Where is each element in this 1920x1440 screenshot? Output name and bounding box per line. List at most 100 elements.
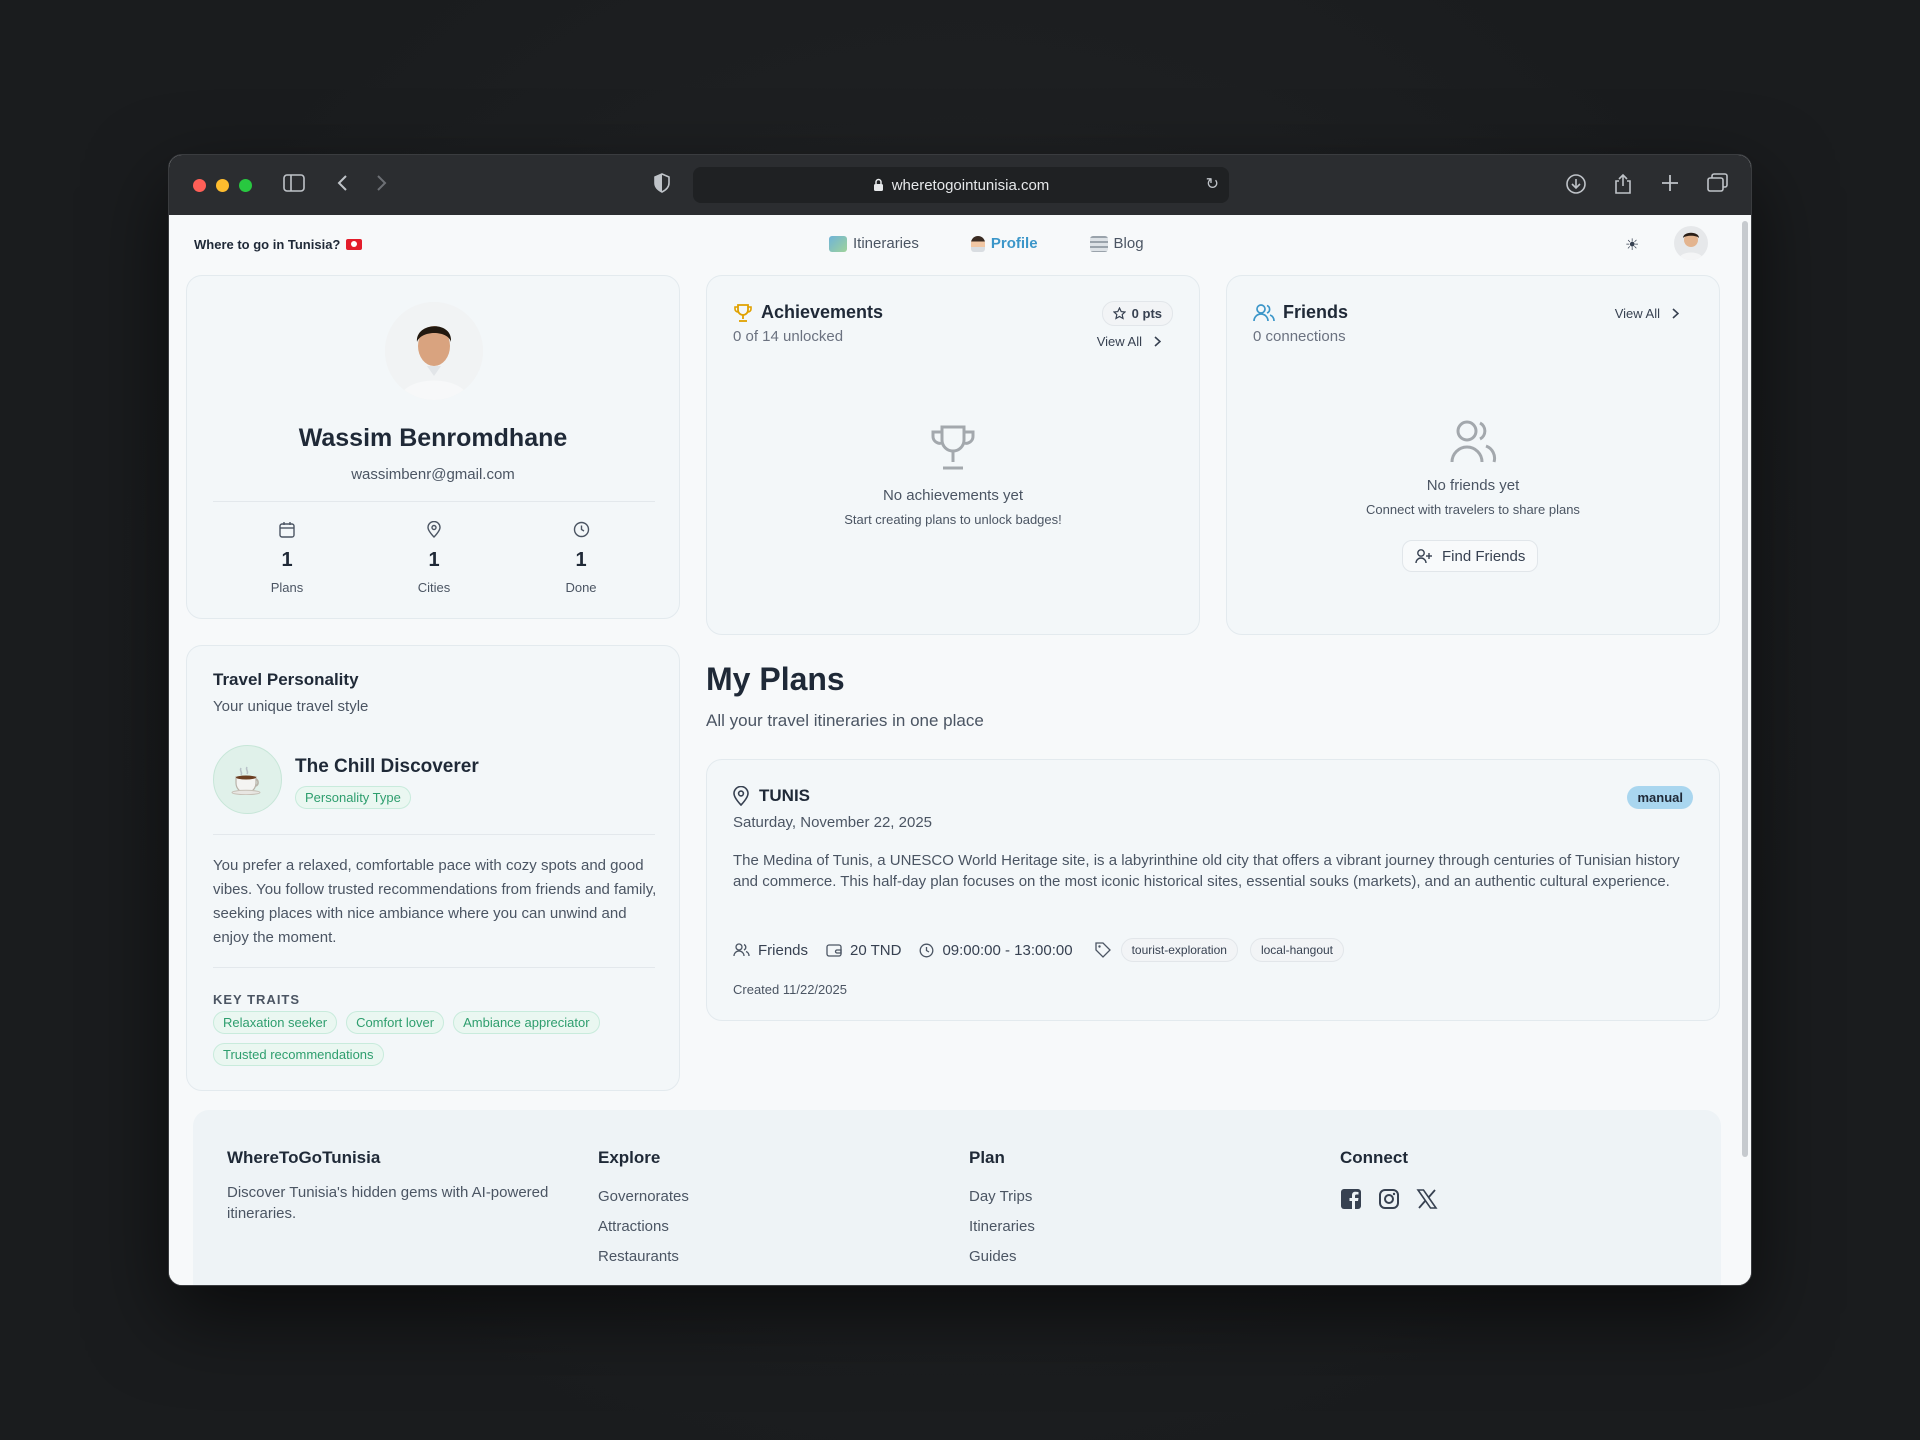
footer-explore-column: Explore Governorates Attractions Restaur… [598, 1148, 689, 1265]
person-emoji-icon [970, 235, 985, 252]
theme-toggle-icon[interactable]: ☀ [1625, 235, 1639, 254]
nav-item-label: Blog [1113, 235, 1144, 252]
site-brand[interactable]: Where to go in Tunisia? [194, 237, 363, 252]
achievements-empty-state: No achievements yet Start creating plans… [707, 424, 1199, 527]
plan-tag: tourist-exploration [1120, 938, 1238, 962]
facebook-icon[interactable] [1340, 1188, 1362, 1210]
coffee-icon [213, 745, 282, 814]
plan-city: TUNIS [759, 786, 810, 805]
plan-meta: Friends 20 TND 09:00:00 - 13:00:00 touri… [733, 938, 1345, 962]
view-all-label: View All [1096, 334, 1142, 349]
nav-item-label: Itineraries [853, 235, 919, 252]
stat-label: Cities [417, 580, 451, 595]
forward-icon[interactable] [375, 173, 387, 197]
share-icon[interactable] [1613, 173, 1633, 200]
friends-empty-state: No friends yet Connect with travelers to… [1227, 420, 1719, 517]
chevron-right-icon [1154, 336, 1161, 347]
nav-links: Itineraries Profile Blog [829, 235, 1144, 252]
minimize-window-button[interactable] [216, 178, 229, 192]
personality-type-tag: Personality Type [295, 786, 411, 809]
footer-link-governorates[interactable]: Governorates [598, 1188, 689, 1205]
empty-title: No achievements yet [882, 487, 1024, 504]
nav-item-profile[interactable]: Profile [970, 235, 1038, 252]
maximize-window-button[interactable] [239, 178, 252, 192]
friends-card: Friends 0 connections View All No friend… [1226, 275, 1720, 635]
calendar-icon [227, 521, 347, 543]
trait-tag: Comfort lover [346, 1011, 445, 1034]
achievements-card: Achievements 0 of 14 unlocked 0 pts View… [706, 275, 1200, 635]
footer-link-itineraries[interactable]: Itineraries [969, 1218, 1035, 1235]
window-controls [193, 178, 252, 192]
lock-icon [873, 178, 883, 191]
back-icon[interactable] [337, 173, 349, 197]
chevron-right-icon [1672, 308, 1679, 319]
star-icon [1112, 307, 1126, 320]
stat-value: 1 [428, 549, 440, 571]
users-outline-icon [1450, 420, 1497, 463]
trophy-icon [734, 303, 752, 322]
plan-tag: local-hangout [1249, 938, 1345, 962]
plan-time: 09:00:00 - 13:00:00 [942, 941, 1073, 959]
achievements-view-all[interactable]: View All [1097, 334, 1161, 349]
reload-icon[interactable]: ↻ [1206, 174, 1219, 193]
footer-heading: Plan [969, 1148, 1005, 1167]
x-icon[interactable] [1416, 1188, 1438, 1210]
sidebar-toggle-icon[interactable] [283, 173, 305, 197]
footer-link-attractions[interactable]: Attractions [598, 1218, 689, 1235]
stat-plans: 1 Plans [227, 521, 347, 595]
friends-view-all[interactable]: View All [1615, 306, 1679, 321]
plan-description: The Medina of Tunis, a UNESCO World Heri… [733, 852, 1680, 890]
view-all-label: View All [1614, 306, 1660, 321]
download-icon[interactable] [1565, 173, 1587, 200]
nav-item-blog[interactable]: Blog [1089, 235, 1144, 252]
footer-brand: WhereToGoTunisia [227, 1148, 381, 1167]
footer-link-guides[interactable]: Guides [969, 1248, 1035, 1265]
my-plans-subheading: All your travel itineraries in one place [706, 711, 984, 730]
plan-date: Saturday, November 22, 2025 [733, 814, 933, 831]
new-tab-icon[interactable] [1661, 173, 1679, 197]
page-content: Where to go in Tunisia? Itineraries Prof… [169, 215, 1751, 1285]
footer-brand-column: WhereToGoTunisia Discover Tunisia's hidd… [227, 1148, 567, 1224]
find-friends-label: Find Friends [1442, 547, 1526, 565]
stat-label: Done [565, 580, 597, 595]
page-scrollbar[interactable] [1742, 221, 1748, 1157]
divider [213, 967, 655, 968]
address-bar[interactable]: wheretogointunisia.com ↻ [693, 167, 1229, 203]
tunisia-flag-icon [346, 239, 363, 250]
key-traits-heading: KEY TRAITS [213, 992, 301, 1007]
stat-done: 1 Done [521, 521, 641, 595]
find-friends-button[interactable]: Find Friends [1402, 540, 1539, 572]
browser-toolbar: wheretogointunisia.com ↻ [169, 155, 1751, 215]
footer-link-day-trips[interactable]: Day Trips [969, 1188, 1035, 1205]
privacy-shield-icon[interactable] [653, 173, 671, 198]
points-badge: 0 pts [1101, 301, 1173, 326]
tab-overview-icon[interactable] [1707, 173, 1729, 198]
personality-type-name: The Chill Discoverer [295, 756, 479, 777]
achievements-subtitle: 0 of 14 unlocked [733, 328, 844, 345]
nav-item-itineraries[interactable]: Itineraries [829, 235, 919, 252]
personality-subtitle: Your unique travel style [213, 698, 369, 715]
footer-heading: Connect [1340, 1148, 1408, 1167]
map-pin-icon [733, 786, 749, 806]
footer-link-restaurants[interactable]: Restaurants [598, 1248, 689, 1265]
empty-title: No friends yet [1426, 477, 1520, 494]
achievements-title: Achievements [761, 302, 884, 322]
trait-tag: Trusted recommendations [213, 1043, 384, 1066]
profile-avatar [385, 302, 483, 400]
points-value: 0 pts [1131, 306, 1162, 321]
instagram-icon[interactable] [1378, 1188, 1400, 1210]
plan-card[interactable]: TUNIS Saturday, November 22, 2025 manual… [706, 759, 1720, 1021]
friends-title: Friends [1283, 302, 1349, 322]
wallet-icon [826, 944, 842, 957]
clock-icon [920, 943, 934, 957]
friends-subtitle: 0 connections [1253, 328, 1346, 345]
users-icon [733, 943, 750, 957]
plan-source-badge: manual [1627, 786, 1693, 809]
personality-description: You prefer a relaxed, comfortable pace w… [213, 857, 657, 946]
footer-tagline: Discover Tunisia's hidden gems with AI-p… [227, 1184, 549, 1222]
stat-value: 1 [575, 549, 587, 571]
site-brand-label: Where to go in Tunisia? [194, 237, 341, 252]
site-footer: WhereToGoTunisia Discover Tunisia's hidd… [193, 1110, 1721, 1285]
close-window-button[interactable] [193, 178, 206, 192]
user-avatar[interactable] [1674, 226, 1708, 260]
